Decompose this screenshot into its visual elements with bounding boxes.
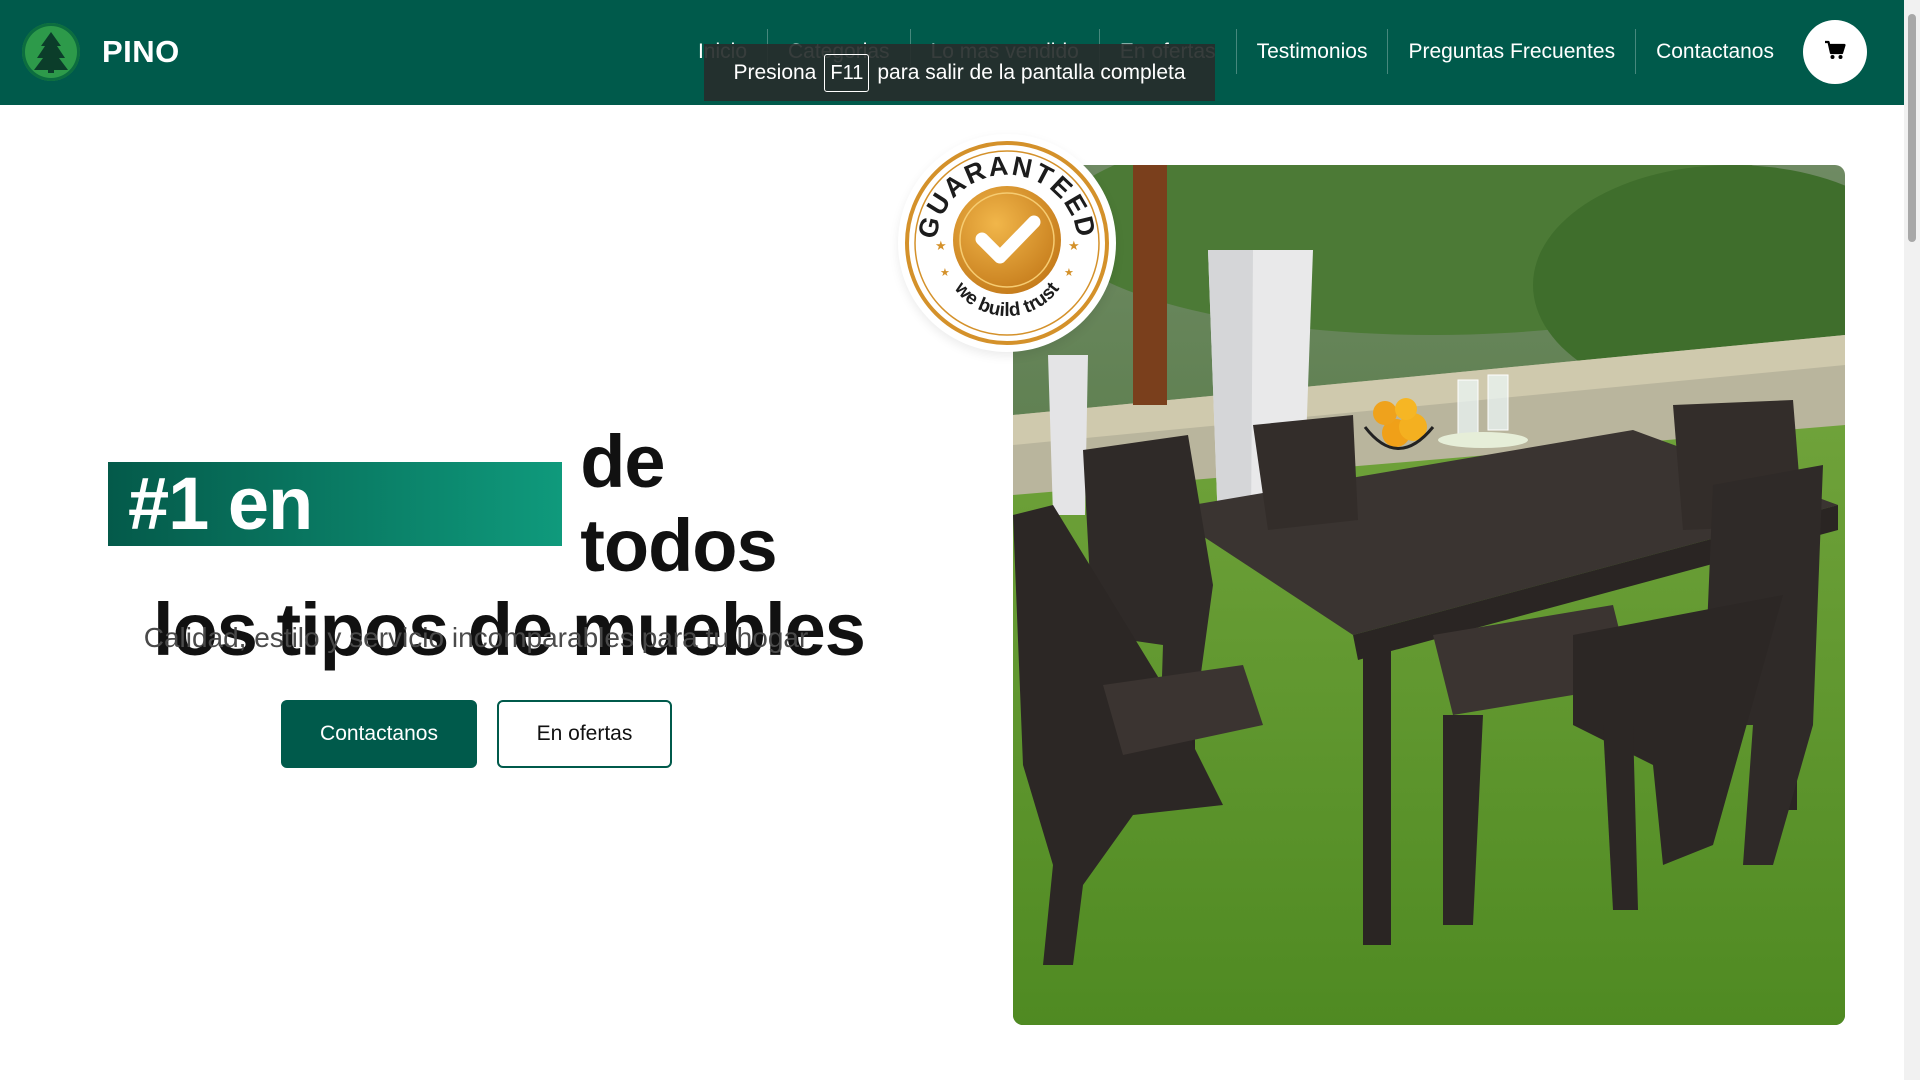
hero-title-rest: de todos [580, 420, 777, 587]
hero-headline-line1: #1 en ventas de todos [108, 420, 868, 629]
hero-accent-highlight: #1 en ventas [108, 462, 563, 629]
f11-key: F11 [824, 53, 870, 92]
pine-tree-logo-icon [22, 23, 80, 81]
offers-button[interactable]: En ofertas [497, 700, 672, 768]
scrollbar-thumb[interactable] [1908, 14, 1916, 242]
page-scrollbar[interactable] [1904, 0, 1920, 1080]
fullscreen-notice-suffix: para salir de la pantalla completa [877, 60, 1186, 84]
fullscreen-notice-prefix: Presiona [733, 60, 817, 84]
svg-text:★: ★ [1064, 266, 1074, 279]
nav-item-preguntas-frecuentes[interactable]: Preguntas Frecuentes [1387, 29, 1635, 74]
fullscreen-exit-notice: Presiona F11 para salir de la pantalla c… [704, 44, 1215, 101]
nav-item-testimonios[interactable]: Testimonios [1235, 29, 1388, 74]
hero-subtitle: Calidad, estilo y servicio incomparables… [143, 622, 809, 653]
brand-name: PINO [102, 34, 180, 69]
guaranteed-seal-icon: GUARANTEED we build trust ★ ★ ★ ★ [905, 141, 1109, 345]
svg-text:★: ★ [1068, 239, 1080, 254]
brand[interactable]: PINO [22, 22, 180, 82]
cart-button[interactable] [1803, 20, 1867, 84]
nav-item-contactanos[interactable]: Contactanos [1635, 29, 1794, 74]
shopping-cart-icon [1824, 40, 1846, 65]
guarantee-badge: GUARANTEED we build trust ★ ★ ★ ★ [898, 134, 1116, 352]
contact-button[interactable]: Contactanos [281, 700, 477, 768]
hero-image-patio-furniture [1013, 165, 1845, 1025]
svg-text:★: ★ [940, 266, 950, 279]
svg-text:★: ★ [935, 239, 947, 254]
